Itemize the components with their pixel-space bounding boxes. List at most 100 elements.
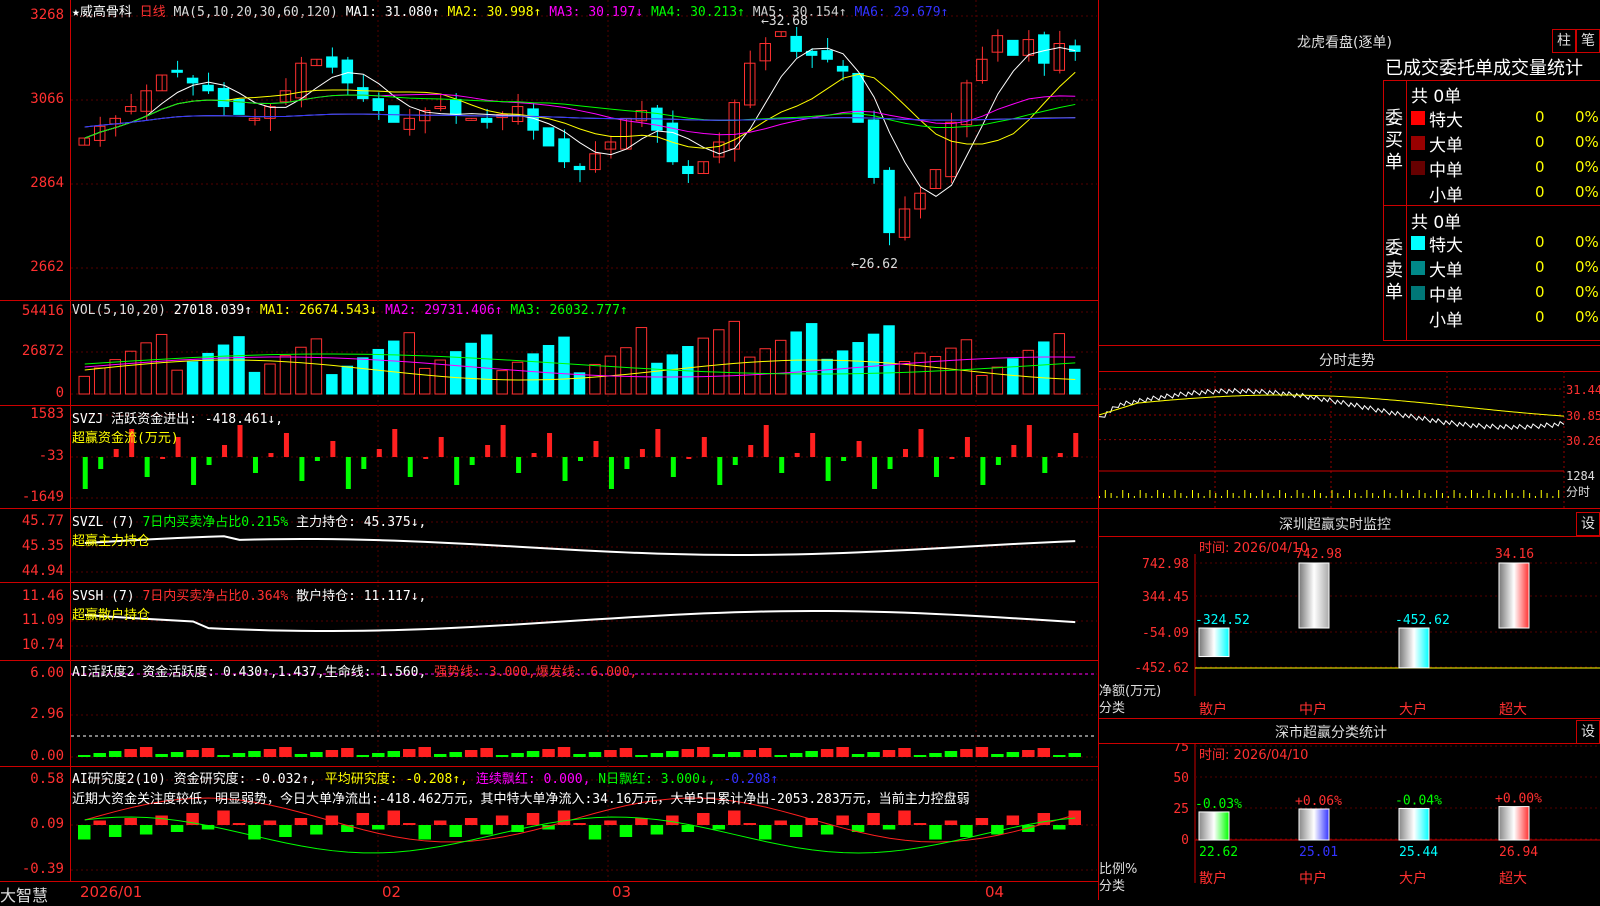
svsh-subtitle: 超赢散户持仓 xyxy=(72,608,151,623)
intraday-volume-bar xyxy=(1180,493,1182,498)
intraday-volume-bar xyxy=(1476,493,1478,498)
activity-bar xyxy=(232,753,246,757)
svzj-y-tick: 1583 xyxy=(30,406,64,422)
volume-bar xyxy=(264,363,276,395)
monitor-bar xyxy=(1198,627,1230,658)
activity-bar xyxy=(279,747,292,757)
volume-bar xyxy=(217,344,230,395)
volume-bar xyxy=(960,339,973,395)
intraday-volume-bar xyxy=(1319,493,1321,498)
activity-bar xyxy=(619,748,633,757)
sell-row-pct: 0% xyxy=(1575,258,1599,276)
svzl-position: 主力持仓: 45.375↓, xyxy=(296,515,427,530)
flow-bar xyxy=(330,441,336,457)
research-bar xyxy=(403,823,416,825)
monitor-settings-button[interactable]: 设 xyxy=(1576,512,1600,536)
intraday-volume-bar xyxy=(1494,493,1496,498)
flow-bar xyxy=(1057,453,1063,457)
intraday-volume-bar xyxy=(1354,493,1356,498)
research-bar xyxy=(139,825,153,835)
activity-bar xyxy=(170,752,184,757)
buy-row-label: 中单 xyxy=(1429,161,1463,181)
stat-settings-button[interactable]: 设 xyxy=(1576,720,1600,744)
research-bar xyxy=(712,825,726,830)
flow-bar xyxy=(113,449,119,457)
svzj-header: SVZJ 活跃资金进出: -418.461↓, 超赢资金流(万元) xyxy=(72,408,283,446)
activity-bar xyxy=(139,747,153,757)
stat-y-tick: 75 xyxy=(1173,743,1189,755)
stat-bar xyxy=(1398,807,1430,841)
intraday-volume-bar xyxy=(1099,496,1100,498)
stat-y-tick: 50 xyxy=(1173,771,1189,786)
intraday-volume-bar xyxy=(1424,493,1426,498)
intraday-volume-bar xyxy=(1128,493,1130,498)
tick-mode-button[interactable]: 笔 xyxy=(1576,29,1600,53)
intraday-volume-bar xyxy=(1110,493,1112,498)
svsh-position: 散户持仓: 11.117↓, xyxy=(296,589,427,604)
research-bar xyxy=(124,818,137,825)
sell-color-swatch xyxy=(1411,236,1425,250)
research-bar xyxy=(464,818,478,825)
monitor-category: 散户 xyxy=(1199,701,1227,718)
buy-row-pct: 0% xyxy=(1575,183,1599,201)
svzl-subtitle: 超赢主力持仓 xyxy=(72,534,151,549)
stat-bar-value: 22.62 xyxy=(1199,845,1238,860)
flow-bar xyxy=(624,457,630,469)
separator xyxy=(0,881,1098,882)
flow-bar xyxy=(608,457,614,489)
intraday-volume-bar xyxy=(1372,493,1374,498)
buy-row-pct: 0% xyxy=(1575,158,1599,176)
intraday-volume-bar xyxy=(1285,493,1286,498)
price-y-tick: 2662 xyxy=(30,259,64,275)
flow-bar xyxy=(1026,425,1032,457)
x-axis-label: 02 xyxy=(382,883,402,901)
research-bar xyxy=(635,818,648,825)
activity-bar xyxy=(263,749,277,757)
flow-bar xyxy=(562,457,568,481)
research-bar xyxy=(356,813,370,825)
intraday-volume-bar xyxy=(1488,490,1490,498)
flow-bar xyxy=(222,445,228,457)
activity-bar xyxy=(774,755,787,757)
volume-bar xyxy=(867,333,880,395)
volume-bar xyxy=(233,336,245,395)
intraday-volume-bar xyxy=(1174,490,1176,498)
svsh-y-tick: 11.46 xyxy=(21,588,64,604)
volume-bar xyxy=(140,342,152,395)
research-bar xyxy=(279,825,292,837)
volume-bar xyxy=(357,357,369,395)
intraday-y-tick: 30.26 xyxy=(1566,434,1600,448)
ai-research-red: 连续飘红: 0.000, xyxy=(475,772,591,787)
research-bar xyxy=(867,813,880,825)
buy-color-swatch xyxy=(1411,136,1425,150)
flow-bar xyxy=(856,441,862,457)
intraday-volume-bar xyxy=(1290,496,1292,498)
sell-row-pct: 0% xyxy=(1575,233,1599,251)
sell-row-value: 0 xyxy=(1535,258,1545,276)
ai-active-title: AI活跃度2 资金活跃度: 0.430↑,1.437,生命线: 1.560, xyxy=(72,665,427,680)
buy-row-label: 大单 xyxy=(1429,136,1463,156)
volume-bar xyxy=(790,331,802,395)
activity-bar xyxy=(851,754,865,757)
intraday-volume-bar xyxy=(1552,496,1554,498)
ai-research-header: AI研究度2(10) 资金研究度: -0.032↑, 平均研究度: -0.208… xyxy=(72,768,778,787)
flow-bar xyxy=(392,429,398,457)
research-bar xyxy=(820,825,834,835)
monitor-title: 深圳超赢实时监控 xyxy=(1279,517,1391,533)
activity-bar xyxy=(758,748,772,757)
volume-bar xyxy=(78,375,90,395)
intraday-volume-bar xyxy=(1273,496,1275,498)
flow-bar xyxy=(887,457,893,469)
volume-bar xyxy=(496,370,508,395)
bar-mode-button[interactable]: 柱 xyxy=(1552,29,1576,53)
buy-row-value: 0 xyxy=(1535,158,1545,176)
high-label: ←32.68 xyxy=(761,14,808,29)
research-bar xyxy=(604,820,617,825)
research-bar xyxy=(170,825,184,832)
stat-bar xyxy=(1498,806,1530,841)
activity-bar xyxy=(542,749,555,757)
stat-tabs[interactable]: 已成交委托单成交量统计 xyxy=(1385,54,1583,80)
activity-bar xyxy=(93,753,106,757)
price-y-tick: 2864 xyxy=(30,175,64,191)
intraday-volume-bar xyxy=(1430,496,1432,498)
